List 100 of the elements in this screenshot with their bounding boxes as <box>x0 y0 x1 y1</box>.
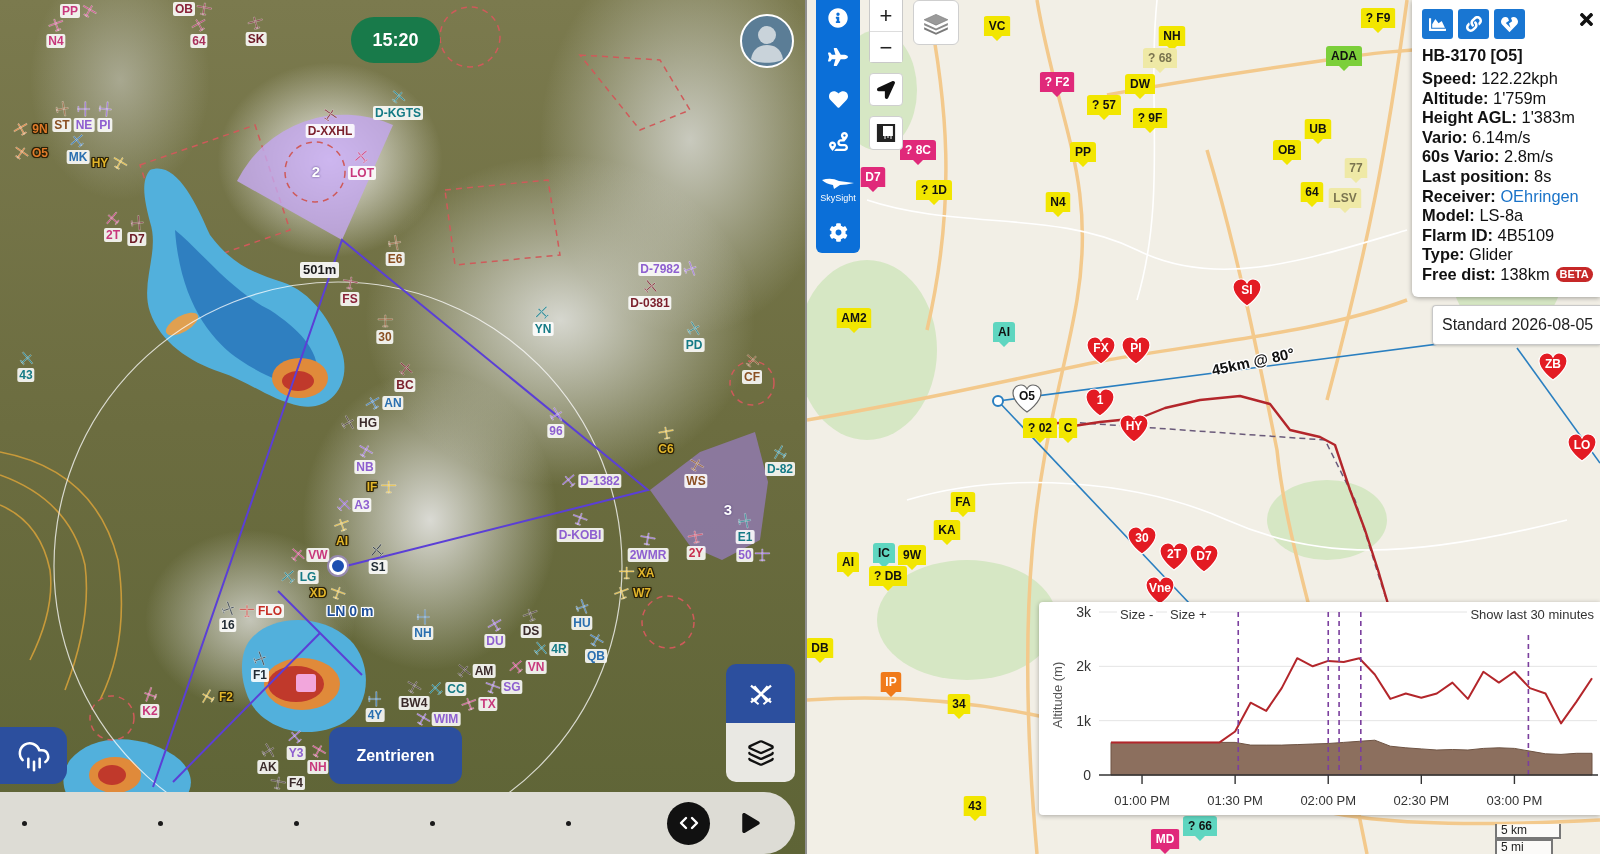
glider-icon[interactable] <box>387 235 403 251</box>
broken-heart-button[interactable] <box>1494 9 1525 39</box>
map-marker[interactable]: 9W <box>898 545 926 570</box>
glider-icon[interactable] <box>76 101 92 117</box>
heart-marker[interactable]: SI <box>1231 277 1263 307</box>
glider-icon[interactable] <box>658 425 674 441</box>
layers-button[interactable] <box>726 723 795 782</box>
heart-marker[interactable]: HY <box>1118 413 1150 443</box>
map-marker[interactable]: ? 66 <box>1183 816 1217 841</box>
map-marker[interactable]: ? 57 <box>1087 95 1121 120</box>
center-button[interactable]: Zentrieren <box>329 727 462 784</box>
avatar-icon[interactable] <box>740 14 794 68</box>
glider-icon[interactable] <box>428 681 445 697</box>
map-marker[interactable]: ? 68 <box>1143 48 1177 73</box>
glider-icon[interactable] <box>532 641 549 657</box>
glider-icon[interactable] <box>688 457 704 473</box>
glider-icon[interactable] <box>561 473 578 489</box>
glider-icon[interactable] <box>13 121 30 137</box>
glider-icon[interactable] <box>54 101 70 117</box>
map-marker[interactable]: ? 1D <box>916 180 952 205</box>
glider-icon[interactable] <box>370 543 386 559</box>
map-marker[interactable]: 64 <box>1300 182 1324 207</box>
map-marker[interactable]: DB <box>807 638 834 663</box>
link-button[interactable] <box>1458 9 1489 39</box>
glider-icon[interactable] <box>618 565 635 581</box>
map-marker[interactable]: KA <box>933 520 961 545</box>
chevrons-button[interactable] <box>667 801 710 845</box>
glider-icon[interactable] <box>367 691 383 707</box>
glider-icon[interactable] <box>365 395 382 411</box>
glider-icon[interactable] <box>397 361 413 377</box>
map-marker[interactable]: ? F9 <box>1360 8 1396 33</box>
heart-marker[interactable]: ZB <box>1537 351 1569 381</box>
glider-icon[interactable] <box>737 513 753 529</box>
heart-marker[interactable]: PI <box>1120 335 1152 365</box>
glider-icon[interactable] <box>406 679 422 695</box>
map-marker[interactable]: ADA <box>1326 46 1362 71</box>
glider-icon[interactable] <box>13 145 29 161</box>
glider-icon[interactable] <box>196 1 212 17</box>
glider-icon[interactable] <box>280 569 297 585</box>
glider-icon[interactable] <box>334 517 350 533</box>
map-marker[interactable]: DW <box>1125 74 1155 99</box>
map-marker[interactable]: LSV <box>1328 188 1362 213</box>
glider-icon[interactable] <box>487 617 503 633</box>
glider-icon[interactable] <box>574 599 590 615</box>
skysight-button[interactable]: SkySight <box>816 162 860 214</box>
map-marker[interactable]: ? F2 <box>1039 72 1075 97</box>
glider-icon[interactable] <box>329 585 346 601</box>
glider-icon[interactable] <box>380 479 397 495</box>
map-marker[interactable]: IC <box>873 543 895 568</box>
glider-icon[interactable] <box>357 443 373 459</box>
gliders-toggle-button[interactable] <box>726 664 795 723</box>
glider-icon[interactable] <box>455 663 472 679</box>
glider-icon[interactable] <box>772 445 788 461</box>
glider-icon[interactable] <box>614 585 630 601</box>
glider-icon[interactable] <box>335 497 352 513</box>
glider-icon[interactable] <box>70 133 86 149</box>
map-marker[interactable]: NH <box>1158 26 1186 51</box>
glider-icon[interactable] <box>688 529 704 545</box>
map-marker[interactable]: D7 <box>860 167 886 192</box>
map-marker[interactable]: UB <box>1304 119 1332 144</box>
chart-button[interactable] <box>1422 9 1453 39</box>
map-marker[interactable]: 34 <box>947 694 971 719</box>
map-marker[interactable]: N4 <box>1045 192 1071 217</box>
heart-marker[interactable]: FX <box>1085 335 1117 365</box>
glider-icon[interactable] <box>523 607 539 623</box>
glider-icon[interactable] <box>390 89 406 105</box>
heart-marker[interactable]: 1 <box>1084 387 1116 417</box>
glider-icon[interactable] <box>239 603 255 619</box>
heart-marker[interactable]: O5 <box>1011 383 1043 413</box>
glider-icon[interactable] <box>340 415 356 431</box>
glider-icon[interactable] <box>191 17 207 33</box>
glider-icon[interactable] <box>289 547 306 563</box>
glider-icon[interactable] <box>288 729 304 745</box>
glider-icon[interactable] <box>252 651 268 667</box>
heart-marker[interactable]: 2T <box>1158 541 1190 571</box>
glider-icon[interactable] <box>322 107 338 123</box>
glider-icon[interactable] <box>129 215 145 231</box>
map-marker[interactable]: OB <box>1273 140 1301 165</box>
glider-icon[interactable] <box>535 305 551 321</box>
glider-icon[interactable] <box>642 279 658 295</box>
glider-icon[interactable] <box>142 687 158 703</box>
map-layers-button[interactable] <box>913 0 959 45</box>
glider-icon[interactable] <box>81 3 97 19</box>
glider-icon[interactable] <box>270 775 286 791</box>
measure-button[interactable] <box>869 116 903 150</box>
glider-icon[interactable] <box>640 531 656 547</box>
map-marker[interactable]: VC <box>983 16 1011 41</box>
weather-button[interactable] <box>0 727 67 784</box>
glider-icon[interactable] <box>48 17 64 33</box>
map-marker[interactable]: MD <box>1150 829 1180 854</box>
glider-icon[interactable] <box>744 353 760 369</box>
glider-icon[interactable] <box>548 407 564 423</box>
glider-icon[interactable] <box>105 211 121 227</box>
map-marker[interactable]: FA <box>950 492 976 517</box>
glider-icon[interactable] <box>377 313 393 329</box>
glider-icon[interactable] <box>18 351 34 367</box>
heart-marker[interactable]: LO <box>1566 432 1598 462</box>
glider-icon[interactable] <box>754 547 771 563</box>
zoom-out-button[interactable]: − <box>870 31 902 62</box>
glider-icon[interactable] <box>572 511 588 527</box>
